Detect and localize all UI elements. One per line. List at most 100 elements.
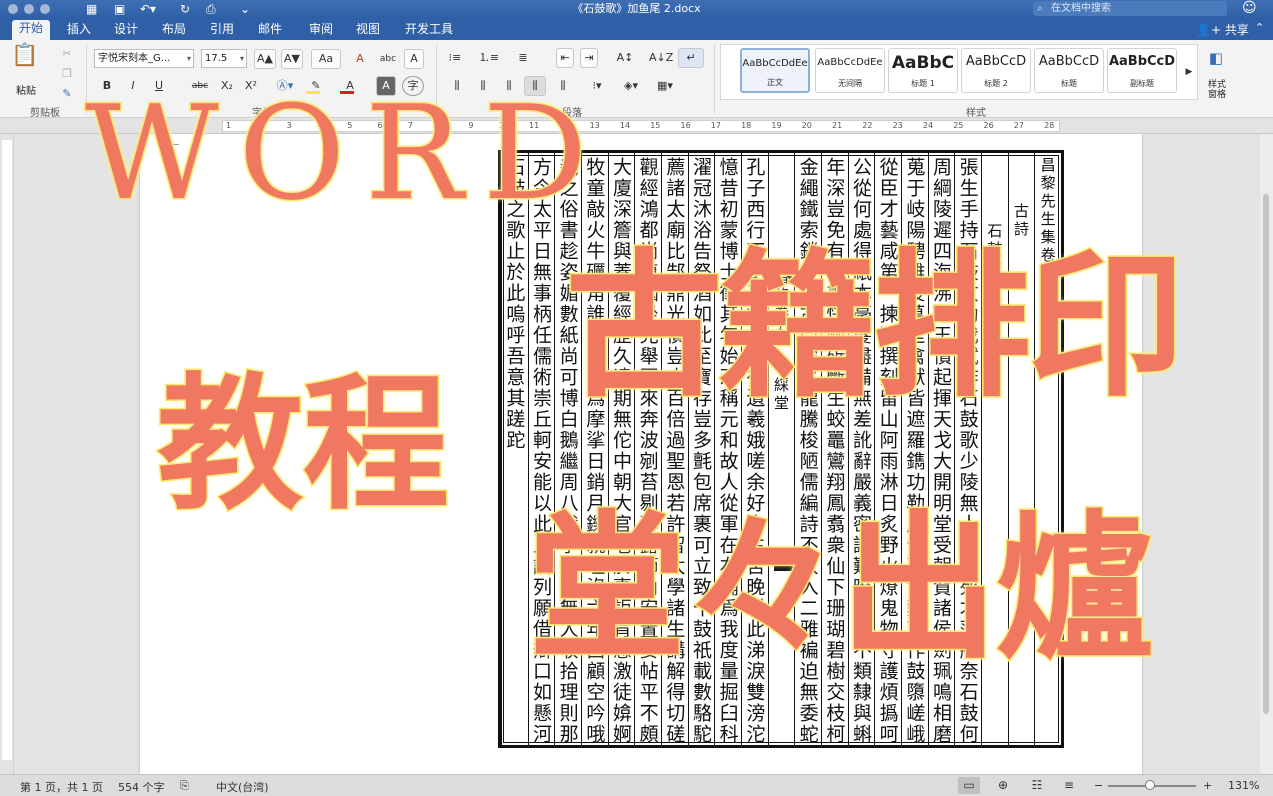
- show-marks-icon[interactable]: ↵: [678, 48, 704, 68]
- title-bar: ▦ ▣ ↶▾ ↻ ⎙ ⌄ 《石鼓歌》加鱼尾 2.docx ⌕ 在文档中搜索 ☺: [0, 0, 1273, 18]
- overlay-title-word: WORD: [83, 77, 608, 229]
- bullets-icon[interactable]: ⁝≡: [442, 48, 468, 68]
- tab-developer[interactable]: 开发工具: [398, 21, 460, 38]
- feedback-smiley-icon[interactable]: ☺: [1242, 0, 1257, 16]
- proofing-icon[interactable]: ⎘: [180, 779, 189, 793]
- zoom-in-icon[interactable]: +: [1203, 779, 1212, 792]
- ruler-number: 16: [680, 121, 691, 130]
- borders-icon[interactable]: ▦▾: [652, 76, 678, 96]
- tab-design[interactable]: 设计: [107, 21, 145, 38]
- vertical-scrollbar[interactable]: [1260, 134, 1273, 774]
- style-name: 无间隔: [838, 79, 862, 88]
- styles-pane-icon[interactable]: ◧: [1204, 48, 1228, 70]
- tab-home[interactable]: 开始: [12, 20, 51, 40]
- draft-view-icon[interactable]: ≡: [1058, 777, 1080, 794]
- zoom-level[interactable]: 131%: [1228, 779, 1259, 792]
- ruler-number: 15: [650, 121, 661, 130]
- cut-icon[interactable]: ✂: [58, 44, 76, 64]
- font-size-value: 17.5: [205, 53, 228, 64]
- grow-font-button[interactable]: A▲: [254, 49, 276, 69]
- language-indicator[interactable]: 中文(台湾): [216, 779, 269, 795]
- page-count[interactable]: 第 1 页，共 1 页: [20, 779, 103, 795]
- paste-icon[interactable]: 📋: [10, 45, 40, 80]
- chevron-down-icon: ▾: [239, 54, 244, 63]
- style-normal[interactable]: AaBbCcDdEe 正文: [740, 48, 810, 93]
- zoom-window-icon[interactable]: [40, 4, 50, 14]
- style-sample: AaBbCcD: [965, 54, 1027, 69]
- style-subtitle[interactable]: AaBbCcD 副标题: [1107, 48, 1177, 93]
- shading-icon[interactable]: ◈▾: [618, 76, 644, 96]
- redo-icon[interactable]: ↻: [180, 1, 190, 17]
- styles-pane-label[interactable]: 样式 窗格: [1202, 80, 1232, 100]
- style-name: 标题 1: [911, 79, 935, 88]
- share-label: 共享: [1224, 23, 1249, 37]
- paste-label: 粘贴: [16, 86, 36, 97]
- ruler-number: 21: [832, 121, 843, 130]
- collapse-ribbon-icon[interactable]: ⌃: [1255, 21, 1264, 34]
- style-no-spacing[interactable]: AaBbCcDdEe 无间隔: [815, 48, 885, 93]
- style-sample: AaBbCcDdEe: [742, 58, 808, 69]
- text-direction-icon[interactable]: A↕: [612, 48, 638, 68]
- scrollbar-thumb[interactable]: [1263, 194, 1269, 714]
- font-name-select[interactable]: 字悦宋刻本_G... ▾: [94, 49, 194, 68]
- increase-indent-icon[interactable]: ⇥: [580, 48, 598, 68]
- share-button[interactable]: 👤+ 共享: [1196, 21, 1249, 38]
- character-border-button[interactable]: A: [404, 49, 424, 69]
- tab-view[interactable]: 视图: [349, 21, 387, 38]
- overlay-title-guji-paiyin: 古籍排印: [564, 234, 1187, 419]
- ruler-number: 22: [862, 121, 873, 130]
- web-layout-view-icon[interactable]: ⊕: [992, 777, 1014, 794]
- copy-icon[interactable]: ❐: [58, 64, 76, 84]
- tab-references[interactable]: 引用: [203, 21, 241, 38]
- save-icon[interactable]: ▣: [114, 1, 125, 17]
- style-title[interactable]: AaBbCcD 标题: [1034, 48, 1104, 93]
- overlay-title-jiaocheng: 教程: [156, 359, 451, 530]
- style-heading-2[interactable]: AaBbCcD 标题 2: [961, 48, 1031, 93]
- ruler-number: 19: [771, 121, 782, 130]
- undo-icon[interactable]: ↶▾: [140, 1, 156, 17]
- phonetic-guide-button[interactable]: abc: [376, 49, 400, 69]
- styles-group-label: 样式: [966, 108, 986, 119]
- minimize-window-icon[interactable]: [24, 4, 34, 14]
- customize-icon[interactable]: ⌄: [240, 1, 250, 17]
- word-count[interactable]: 554 个字: [118, 779, 165, 795]
- change-case-button[interactable]: Aa: [311, 49, 341, 69]
- multilevel-list-icon[interactable]: ≣: [510, 48, 536, 68]
- decrease-indent-icon[interactable]: ⇤: [556, 48, 574, 68]
- format-painter-icon[interactable]: ✎: [58, 84, 76, 104]
- grid-icon[interactable]: ▦: [86, 1, 97, 17]
- search-placeholder: 在文档中搜索: [1051, 3, 1111, 14]
- style-heading-1[interactable]: AaBbC 标题 1: [888, 48, 958, 93]
- style-name: 副标题: [1130, 79, 1154, 88]
- sort-icon[interactable]: A↓Z: [648, 48, 673, 68]
- overlay-title-tangtang-chulu: 堂々出爐: [527, 496, 1156, 681]
- search-input[interactable]: ⌕ 在文档中搜索: [1033, 1, 1227, 16]
- ruler-number: 26: [983, 121, 994, 130]
- ruler-number: 25: [953, 121, 964, 130]
- tab-insert[interactable]: 插入: [60, 21, 98, 38]
- style-name: 标题: [1061, 79, 1077, 88]
- print-layout-view-icon[interactable]: ▭: [958, 777, 980, 794]
- search-icon: ⌕: [1037, 3, 1043, 14]
- tab-layout[interactable]: 布局: [155, 21, 193, 38]
- ribbon-tabs: 开始 插入 设计 布局 引用 邮件 审阅 视图 开发工具 👤+ 共享 ⌃: [0, 18, 1273, 40]
- ruler-number: 23: [892, 121, 903, 130]
- styles-scroll-right-icon[interactable]: ▶: [1180, 62, 1198, 82]
- tab-review[interactable]: 审阅: [302, 21, 340, 38]
- font-name-value: 字悦宋刻本_G...: [98, 53, 171, 64]
- style-name: 标题 2: [984, 79, 1008, 88]
- font-size-select[interactable]: 17.5 ▾: [201, 49, 247, 68]
- clear-formatting-button[interactable]: A: [348, 49, 372, 69]
- status-bar: 第 1 页，共 1 页 554 个字 ⎘ 中文(台湾) ▭ ⊕ ☷ ≡ − + …: [0, 774, 1273, 796]
- ruler-number: 28: [1044, 121, 1055, 130]
- ruler-number: 18: [741, 121, 752, 130]
- zoom-slider-thumb[interactable]: [1145, 780, 1156, 790]
- vertical-ruler[interactable]: [0, 134, 14, 774]
- tab-mailings[interactable]: 邮件: [251, 21, 289, 38]
- print-icon[interactable]: ⎙: [206, 1, 216, 17]
- numbering-icon[interactable]: ⒈≡: [476, 48, 502, 68]
- outline-view-icon[interactable]: ☷: [1026, 777, 1048, 794]
- close-window-icon[interactable]: [8, 4, 18, 14]
- zoom-out-icon[interactable]: −: [1094, 779, 1103, 792]
- shrink-font-button[interactable]: A▼: [281, 49, 303, 69]
